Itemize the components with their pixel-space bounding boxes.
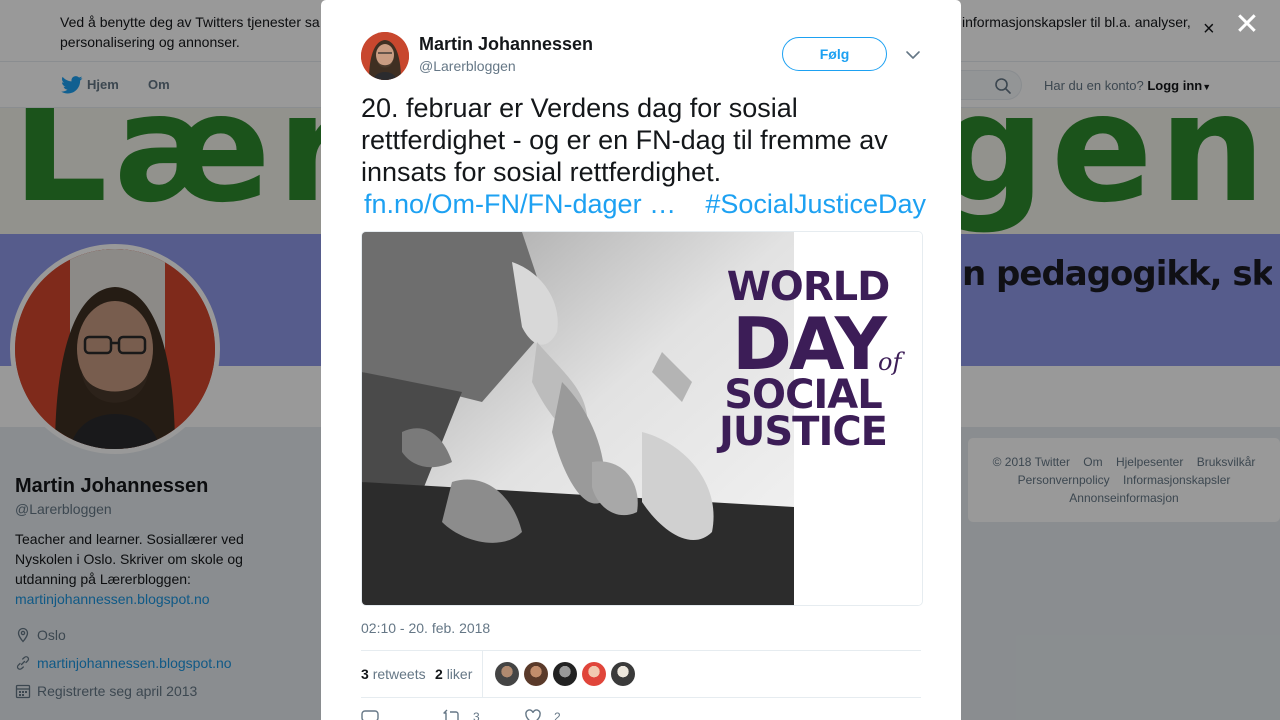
avatar[interactable] xyxy=(524,662,548,686)
retweets-label: retweets xyxy=(372,666,426,682)
close-icon[interactable]: ✕ xyxy=(1232,10,1262,40)
retweet-action-count: 3 xyxy=(473,710,480,720)
media-title-day: DAY xyxy=(732,302,887,386)
retweet-icon xyxy=(443,709,459,720)
tweet-author-handle[interactable]: @Larerbloggen xyxy=(419,58,516,74)
engager-avatars xyxy=(495,662,640,686)
tweet-links: fn.no/Om-FN/FN-dager … #SocialJusticeDay xyxy=(361,188,926,220)
likes-stat[interactable]: 2 liker xyxy=(435,666,472,682)
like-button[interactable]: 2 xyxy=(524,708,561,720)
retweet-button[interactable]: 3 xyxy=(443,708,480,720)
tweet-url-text: fn.no/Om-FN/FN-dager xyxy=(364,189,642,219)
chevron-down-icon[interactable] xyxy=(904,46,922,64)
likes-label: liker xyxy=(446,666,473,682)
tweet-actions: 3 2 xyxy=(361,708,661,720)
avatar[interactable] xyxy=(611,662,635,686)
avatar[interactable] xyxy=(361,32,409,80)
hashtag-link[interactable]: #SocialJusticeDay xyxy=(705,188,926,220)
reply-icon xyxy=(361,710,379,720)
heart-icon xyxy=(525,709,541,720)
tweet-author-name[interactable]: Martin Johannessen xyxy=(419,34,593,55)
avatar[interactable] xyxy=(495,662,519,686)
tweet-media-image[interactable]: WORLD DAY of SOCIAL JUSTICE xyxy=(361,231,923,606)
stats-divider xyxy=(482,651,483,697)
reply-button[interactable] xyxy=(361,708,391,720)
tweet-stats: 3 retweets 2 liker xyxy=(361,650,921,698)
likes-count: 2 xyxy=(435,666,443,682)
like-action-count: 2 xyxy=(554,710,561,720)
follow-button[interactable]: Følg xyxy=(782,37,887,71)
tweet-text: 20. februar er Verdens dag for sosial re… xyxy=(361,92,926,220)
tweet-url-ellipsis: … xyxy=(649,189,677,219)
avatar[interactable] xyxy=(553,662,577,686)
tweet-timestamp[interactable]: 02:10 - 20. feb. 2018 xyxy=(361,620,490,636)
tweet-url-link[interactable]: fn.no/Om-FN/FN-dager … xyxy=(364,188,676,220)
retweets-stat[interactable]: 3 retweets xyxy=(361,666,426,682)
media-title-justice: JUSTICE xyxy=(718,409,888,455)
avatar[interactable] xyxy=(582,662,606,686)
retweets-count: 3 xyxy=(361,666,369,682)
tweet-body: 20. februar er Verdens dag for sosial re… xyxy=(361,93,888,187)
avatar-portrait xyxy=(361,32,409,80)
tweet-modal: Martin Johannessen @Larerbloggen Følg 20… xyxy=(321,0,961,720)
